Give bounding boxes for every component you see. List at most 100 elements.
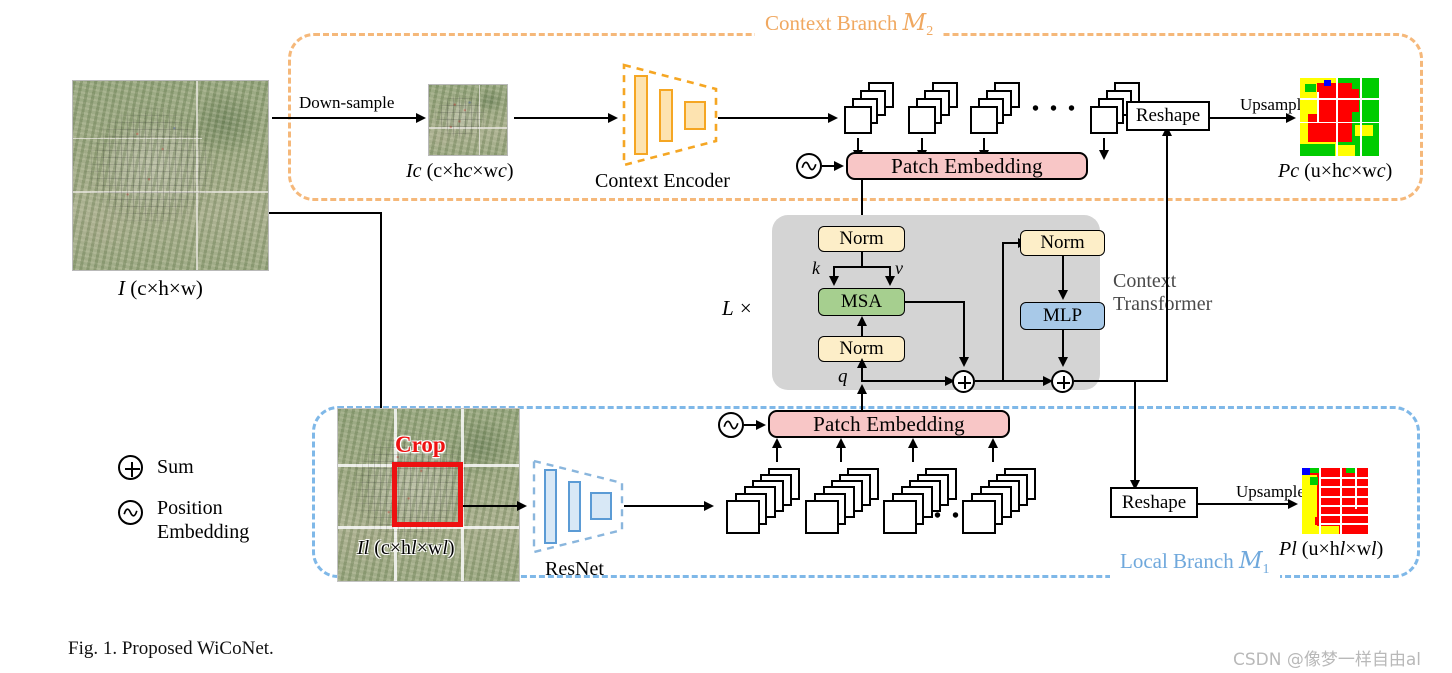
input-to-local-line — [269, 212, 382, 214]
context-patch-stack-3 — [970, 82, 1028, 136]
crop-region-box — [392, 462, 463, 527]
local-pe-to-transformer-arrow — [856, 384, 867, 394]
v-branch-arrow — [884, 276, 895, 286]
resnet-bar-1 — [544, 469, 557, 544]
local-patch-stack-4 — [962, 468, 1036, 534]
v-label: v — [895, 258, 903, 278]
context-prediction-map — [1300, 78, 1379, 156]
input-to-local-down-line — [380, 212, 382, 412]
msa-box: MSA — [818, 288, 905, 316]
sum2-up-to-reshape-line — [1166, 131, 1168, 381]
context-branch-title: Context Branch M2 — [755, 10, 944, 41]
local-branch-symbol: M — [1238, 548, 1263, 574]
sum-operator-1 — [952, 370, 975, 393]
resnet-label: ResNet — [545, 558, 604, 580]
context-transformer-label: Context Transformer — [1113, 270, 1212, 316]
legend-sum-label: Sum — [157, 456, 194, 478]
sum1-to-sum2-line — [975, 380, 1045, 382]
local-upsample-arrow — [1288, 498, 1298, 509]
local-stack-arrow-head-2 — [835, 438, 846, 448]
context-encoder-bar-2 — [659, 89, 673, 142]
msa-out-down-line — [963, 301, 965, 359]
legend-sum-icon — [118, 455, 143, 480]
figure-caption: Fig. 1. Proposed WiCoNet. — [68, 638, 274, 659]
position-embedding-icon-local — [718, 412, 744, 438]
context-patch-ellipsis: • • • — [1032, 98, 1079, 120]
pos-embed-context-arrow-head — [834, 160, 844, 171]
norm-right-to-mlp-arrow — [1057, 290, 1068, 300]
context-encoder-bar-3 — [684, 101, 706, 130]
legend-position-embedding-icon — [118, 500, 143, 525]
legend-pe-line1: Position — [157, 497, 223, 519]
transformer-repeat-label: L × — [722, 296, 753, 320]
downsample-arrow-head — [416, 112, 426, 123]
sine-glyph-context — [801, 161, 817, 171]
local-reshape-box[interactable]: Reshape — [1110, 487, 1198, 518]
input-satellite-image — [72, 80, 269, 271]
k-label: k — [812, 258, 820, 278]
context-to-encoder-line — [514, 117, 610, 119]
sine-glyph-local — [723, 420, 739, 430]
norm-right-to-mlp-line — [1062, 256, 1064, 292]
mlp-to-sum2-arrow — [1057, 357, 1068, 367]
downsample-arrow-line — [272, 117, 418, 119]
context-encoder — [622, 63, 718, 167]
crop-to-resnet-line — [463, 505, 519, 507]
msa-out-down-arrow — [958, 357, 969, 367]
context-patch-stack-2 — [908, 82, 966, 136]
context-patch-stack-1 — [844, 82, 902, 136]
sum2-down-branch — [1074, 380, 1136, 382]
local-upsample-line — [1198, 503, 1290, 505]
legend-position-embedding-label: Position Embedding — [157, 497, 249, 544]
local-patch-embedding[interactable]: Patch Embedding — [768, 410, 1010, 438]
local-stack-arrow-head-1 — [771, 438, 782, 448]
csdn-watermark: CSDN @像梦一样自由al — [1233, 650, 1422, 670]
crop-label: Crop — [395, 432, 446, 457]
resnet-to-patches-line — [624, 505, 706, 507]
encoder-to-patches-arrow — [828, 112, 838, 123]
local-stack-arrow-head-4 — [987, 438, 998, 448]
context-encoder-label: Context Encoder — [595, 170, 730, 192]
pos-embed-local-arrow-head — [756, 419, 766, 430]
context-stack-arrow-head-4 — [1098, 150, 1109, 160]
norm-split-stem — [861, 252, 863, 266]
local-branch-title-text: Local Branch — [1120, 549, 1239, 573]
norm-bottom-to-msa-arrow — [856, 316, 867, 326]
context-upsample-label: Upsample — [1240, 95, 1309, 114]
norm-split-bar — [833, 266, 891, 268]
local-branch-title: Local Branch M1 — [1110, 548, 1280, 579]
encoder-to-patches-line — [718, 117, 830, 119]
q-label: q — [838, 366, 848, 387]
local-stack-arrow-head-3 — [907, 438, 918, 448]
sine-glyph-legend — [123, 508, 138, 517]
norm-box-right: Norm — [1020, 230, 1105, 256]
context-branch-title-text: Context Branch — [765, 11, 903, 35]
sum-operator-2 — [1051, 370, 1074, 393]
mlp-box: MLP — [1020, 302, 1105, 330]
q-to-norm-arrow — [856, 358, 867, 368]
context-reshape-box[interactable]: Reshape — [1126, 101, 1210, 131]
input-image-label: I (c×h×w) — [118, 276, 203, 300]
context-upsample-line — [1210, 117, 1288, 119]
norm-box-top-left: Norm — [818, 226, 905, 252]
resnet-bar-3 — [590, 492, 612, 520]
context-encoder-bar-1 — [634, 75, 648, 155]
position-embedding-icon-context — [796, 153, 822, 179]
context-to-encoder-arrow — [608, 112, 618, 123]
context-patch-embedding[interactable]: Patch Embedding — [846, 152, 1088, 180]
context-branch-symbol: M — [902, 10, 927, 36]
crop-to-resnet-arrow — [517, 500, 527, 511]
context-branch-subscript: 2 — [926, 24, 934, 40]
context-input-image-label: Ic (c×hc×wc) — [406, 160, 514, 182]
resnet-encoder — [532, 459, 624, 554]
resnet-bar-2 — [568, 481, 581, 532]
context-transformer-label-line2: Transformer — [1113, 293, 1213, 315]
context-input-image — [428, 84, 508, 156]
legend-pe-line2: Embedding — [157, 520, 250, 543]
downsample-label: Down-sample — [299, 93, 395, 112]
context-upsample-arrow — [1286, 112, 1296, 123]
mlp-to-sum2-line — [1062, 330, 1064, 359]
k-branch-arrow — [828, 276, 839, 286]
local-branch-subscript: 1 — [1262, 562, 1270, 578]
local-patch-stack-1 — [726, 468, 800, 534]
